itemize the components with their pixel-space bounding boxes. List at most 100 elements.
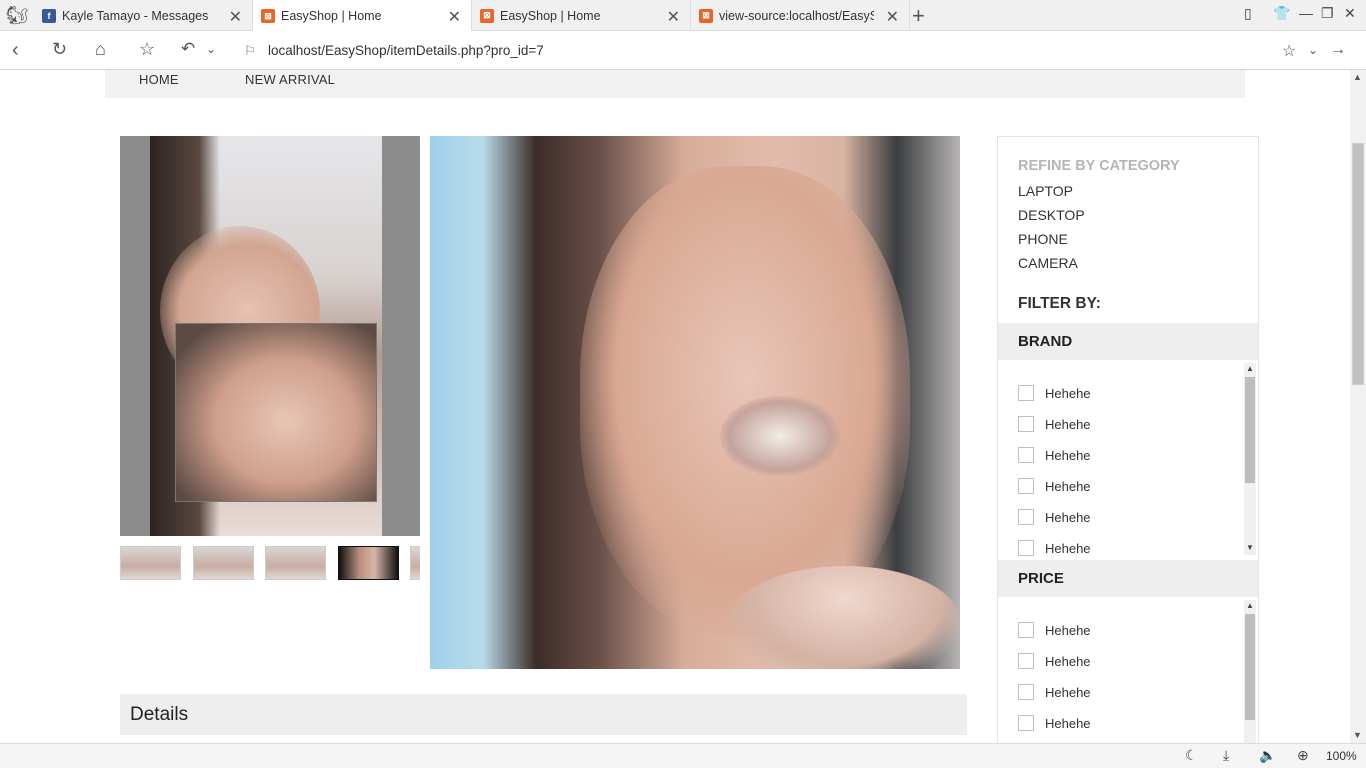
thumbnail-5[interactable] xyxy=(410,546,420,580)
price-option-label: Hehehe xyxy=(1045,715,1091,731)
checkbox[interactable] xyxy=(1018,385,1034,401)
scroll-down-icon[interactable]: ▼ xyxy=(1246,543,1254,552)
brand-option-label: Hehehe xyxy=(1045,447,1091,463)
undo-close-tab-icon[interactable]: ↶ xyxy=(181,39,195,59)
brand-list-scrollbar[interactable]: ▲ ▼ xyxy=(1244,363,1256,555)
details-section-header: Details xyxy=(120,694,967,735)
go-arrow-icon[interactable]: → xyxy=(1330,41,1346,59)
filter-sidebar: REFINE BY CATEGORY LAPTOP DESKTOP PHONE … xyxy=(997,136,1259,743)
thumbnail-strip xyxy=(120,546,420,580)
brand-option-label: Hehehe xyxy=(1045,509,1091,525)
scroll-thumb[interactable] xyxy=(1245,614,1255,720)
favorite-star-icon[interactable]: ☆ xyxy=(1282,41,1296,61)
page-scrollbar[interactable]: ▲ ▼ xyxy=(1350,70,1366,743)
chevron-down-icon[interactable]: ⌄ xyxy=(1308,43,1318,57)
minimize-icon[interactable]: — xyxy=(1299,5,1313,21)
tab-easyshop[interactable]: ⊠ EasyShop | Home ✕ xyxy=(472,0,691,31)
checkbox[interactable] xyxy=(1018,684,1034,700)
category-camera-link[interactable]: CAMERA xyxy=(1018,255,1078,271)
checkbox[interactable] xyxy=(1018,509,1034,525)
volume-icon[interactable]: 🔈 xyxy=(1259,747,1276,764)
xampp-icon: ⊠ xyxy=(261,9,275,23)
address-bar: ‹ ↻ ⌂ ☆ ↶ ⌄ ⚐ localhost/EasyShop/itemDet… xyxy=(0,31,1366,70)
xampp-icon: ⊠ xyxy=(699,8,713,23)
close-icon[interactable]: ✕ xyxy=(229,7,242,27)
filter-by-heading: FILTER BY: xyxy=(1018,295,1101,312)
restore-icon[interactable]: ❐ xyxy=(1321,5,1334,22)
brand-option[interactable]: Hehehe xyxy=(1018,476,1091,496)
price-option[interactable]: Hehehe xyxy=(1018,620,1091,640)
thumbnail-1[interactable] xyxy=(120,546,181,580)
chevron-down-icon[interactable]: ⌄ xyxy=(206,42,216,56)
price-title: PRICE xyxy=(1018,570,1064,587)
scroll-thumb[interactable] xyxy=(1245,377,1255,483)
uc-browser-logo-icon[interactable]: 🐿 xyxy=(0,0,34,31)
nav-new-arrival-link[interactable]: NEW ARRIVAL xyxy=(245,72,335,87)
product-main-image[interactable] xyxy=(120,136,420,536)
checkbox[interactable] xyxy=(1018,653,1034,669)
scroll-up-icon[interactable]: ▲ xyxy=(1246,601,1254,610)
brand-option[interactable]: Hehehe xyxy=(1018,383,1091,403)
price-option[interactable]: Hehehe xyxy=(1018,651,1091,671)
tab-title: view-source:localhost/EasySh xyxy=(719,8,874,23)
brand-checklist: Hehehe Hehehe Hehehe Hehehe Hehehe Heheh… xyxy=(998,360,1258,560)
tab-title: EasyShop | Home xyxy=(281,9,382,23)
tab-title: EasyShop | Home xyxy=(500,8,601,23)
scroll-thumb[interactable] xyxy=(1352,143,1364,385)
back-icon[interactable]: ‹ xyxy=(12,39,19,62)
browser-tab-strip: 🐿 f Kayle Tamayo - Messages ✕ ⊠ EasyShop… xyxy=(0,0,1366,32)
zoom-photo-detail xyxy=(580,166,910,636)
checkbox[interactable] xyxy=(1018,447,1034,463)
window-close-icon[interactable]: ✕ xyxy=(1344,5,1356,22)
tab-messages[interactable]: f Kayle Tamayo - Messages ✕ xyxy=(34,0,253,31)
reload-icon[interactable]: ↻ xyxy=(52,39,67,60)
sidebar-toggle-icon[interactable]: ▯ xyxy=(1244,5,1252,22)
close-icon[interactable]: ✕ xyxy=(886,7,899,27)
scroll-up-icon[interactable]: ▲ xyxy=(1353,72,1362,82)
night-mode-moon-icon[interactable]: ☾ xyxy=(1185,747,1198,764)
zoom-photo-detail xyxy=(730,566,960,669)
tab-view-source[interactable]: ⊠ view-source:localhost/EasySh ✕ xyxy=(691,0,910,31)
price-option-label: Hehehe xyxy=(1045,653,1091,669)
brand-option-label: Hehehe xyxy=(1045,540,1091,556)
checkbox[interactable] xyxy=(1018,478,1034,494)
zoom-level[interactable]: 100% xyxy=(1326,749,1357,763)
scroll-up-icon[interactable]: ▲ xyxy=(1246,364,1254,373)
price-option[interactable]: Hehehe xyxy=(1018,682,1091,702)
brand-option[interactable]: Hehehe xyxy=(1018,538,1091,558)
thumbnail-2[interactable] xyxy=(193,546,254,580)
category-desktop-link[interactable]: DESKTOP xyxy=(1018,207,1085,223)
price-list-scrollbar[interactable]: ▲ xyxy=(1244,600,1256,743)
skin-shirt-icon[interactable]: 👕 xyxy=(1273,5,1290,22)
checkbox[interactable] xyxy=(1018,622,1034,638)
checkbox[interactable] xyxy=(1018,540,1034,556)
brand-option[interactable]: Hehehe xyxy=(1018,507,1091,527)
price-option[interactable]: Hehehe xyxy=(1018,713,1091,733)
close-icon[interactable]: ✕ xyxy=(448,7,461,27)
zoom-icon[interactable]: ⊕ xyxy=(1297,747,1309,764)
thumbnail-3[interactable] xyxy=(265,546,326,580)
nav-home-link[interactable]: HOME xyxy=(139,72,179,87)
new-tab-plus-icon[interactable]: + xyxy=(912,3,925,29)
checkbox[interactable] xyxy=(1018,416,1034,432)
category-laptop-link[interactable]: LAPTOP xyxy=(1018,183,1073,199)
brand-option[interactable]: Hehehe xyxy=(1018,445,1091,465)
thumbnail-4[interactable] xyxy=(338,546,399,580)
brand-option-label: Hehehe xyxy=(1045,385,1091,401)
zoom-lens[interactable] xyxy=(175,323,377,502)
checkbox[interactable] xyxy=(1018,715,1034,731)
close-icon[interactable]: ✕ xyxy=(667,7,680,27)
zoom-photo-detail xyxy=(720,396,840,476)
scroll-down-icon[interactable]: ▼ xyxy=(1353,730,1362,740)
brand-option[interactable]: Hehehe xyxy=(1018,414,1091,434)
status-bar: ☾ ⤓ 🔈 ⊕ 100% xyxy=(0,743,1366,768)
tab-easyshop-active[interactable]: ⊠ EasyShop | Home ✕ xyxy=(253,0,472,32)
url-input[interactable]: localhost/EasyShop/itemDetails.php?pro_i… xyxy=(268,43,544,58)
home-icon[interactable]: ⌂ xyxy=(95,39,106,60)
download-icon[interactable]: ⤓ xyxy=(1223,747,1229,764)
category-phone-link[interactable]: PHONE xyxy=(1018,231,1068,247)
brand-filter-header[interactable]: BRAND xyxy=(998,323,1258,360)
price-filter-header[interactable]: PRICE xyxy=(998,560,1258,597)
bookmark-star-icon[interactable]: ☆ xyxy=(139,39,155,60)
site-nav-bar: HOME NEW ARRIVAL xyxy=(105,70,1245,98)
